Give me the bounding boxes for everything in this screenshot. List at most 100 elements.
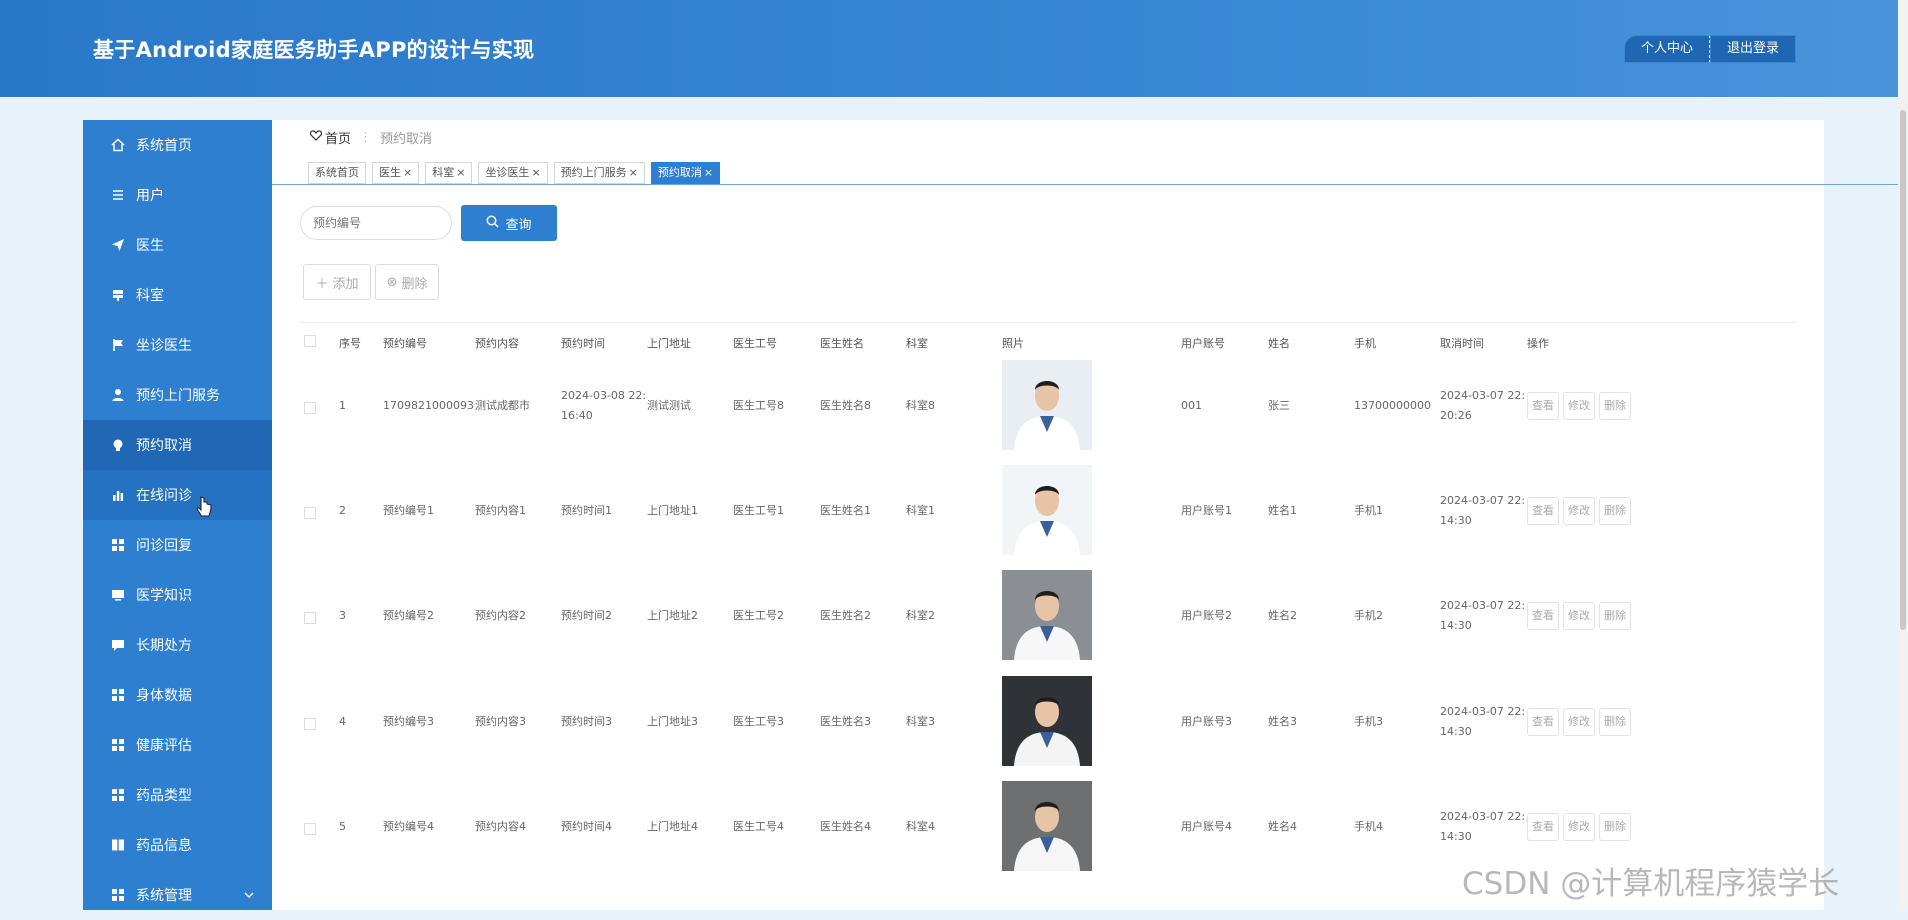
- cell-booking-time: 预约时间3: [561, 715, 612, 728]
- tab-label: 医生: [379, 166, 401, 179]
- column-header: 医生姓名: [820, 337, 864, 350]
- sidebar-item-label: 药品类型: [136, 788, 192, 804]
- close-icon[interactable]: ×: [531, 166, 540, 179]
- sidebar-item-department[interactable]: 科室: [83, 270, 272, 320]
- view-button[interactable]: 查看: [1527, 708, 1559, 736]
- sidebar-item-long-prescription[interactable]: 长期处方: [83, 620, 272, 670]
- column-header: 上门地址: [647, 337, 691, 350]
- row-delete-button[interactable]: 删除: [1599, 497, 1631, 525]
- cell-cancel-time: 2024-03-07 22:: [1440, 494, 1526, 507]
- edit-button[interactable]: 修改: [1563, 497, 1595, 525]
- chevron-down-icon[interactable]: [244, 889, 254, 902]
- add-button[interactable]: ＋ 添加: [303, 264, 371, 300]
- sidebar-item-cancel-booking[interactable]: 预约取消: [83, 420, 272, 470]
- mouse-cursor-icon: [196, 496, 212, 523]
- row-delete-button[interactable]: 删除: [1599, 813, 1631, 841]
- cell-name: 姓名2: [1268, 609, 1297, 622]
- sidebar-item-body-data[interactable]: 身体数据: [83, 670, 272, 720]
- breadcrumb-home[interactable]: 首页: [325, 128, 351, 147]
- row-checkbox[interactable]: [304, 823, 316, 835]
- row-actions: 查看 修改 删除: [1527, 392, 1631, 420]
- cell-account: 用户账号1: [1181, 504, 1232, 517]
- view-button[interactable]: 查看: [1527, 602, 1559, 630]
- sidebar-item-home-service[interactable]: 预约上门服务: [83, 370, 272, 420]
- sidebar-item-users[interactable]: 用户: [83, 170, 272, 220]
- grid-icon: [111, 788, 125, 802]
- cell-booking-no: 预约编号4: [383, 820, 434, 833]
- tab-home-service[interactable]: 预约上门服务 ×: [553, 162, 645, 184]
- table-row: 3 预约编号2 预约内容2 上门地址2 医生工号2 医生姓名2 科室2 用户账号2 姓名2 手机2…: [300, 570, 1796, 676]
- cell-cancel-time-2: 14:30: [1440, 830, 1472, 843]
- close-icon[interactable]: ×: [456, 166, 465, 179]
- sidebar-item-online-consult[interactable]: 在线问诊: [83, 470, 272, 520]
- sidebar-item-drug-type[interactable]: 药品类型: [83, 770, 272, 820]
- cell-cancel-time: 2024-03-07 22:: [1440, 599, 1526, 612]
- column-header: 用户账号: [1181, 337, 1225, 350]
- sidebar-item-label: 系统管理: [136, 888, 192, 904]
- row-checkbox[interactable]: [304, 507, 316, 519]
- doctor-photo: [1002, 465, 1092, 555]
- edit-button[interactable]: 修改: [1563, 602, 1595, 630]
- sidebar-item-label: 在线问诊: [136, 488, 192, 504]
- doctor-photo: [1002, 781, 1092, 871]
- tab-department[interactable]: 科室 ×: [425, 162, 473, 184]
- cell-doctor-no: 医生工号8: [733, 399, 784, 412]
- table-header: 序号 预约编号 预约内容 预约时间 上门地址 医生工号 医生姓名 科室 照片 用…: [300, 322, 1796, 359]
- cell-address: 上门地址2: [647, 609, 698, 622]
- sidebar-item-drug-info[interactable]: 药品信息: [83, 820, 272, 870]
- close-icon[interactable]: ×: [403, 166, 412, 179]
- row-checkbox[interactable]: [304, 402, 316, 414]
- cell-address: 上门地址3: [647, 715, 698, 728]
- logout-button[interactable]: 退出登录: [1710, 35, 1797, 63]
- cell-department: 科室2: [906, 609, 935, 622]
- column-header: 姓名: [1268, 337, 1290, 350]
- tab-system-home[interactable]: 系统首页: [308, 162, 366, 184]
- sidebar-item-consult-reply[interactable]: 问诊回复: [83, 520, 272, 570]
- sidebar-item-onduty-doctor[interactable]: 坐诊医生: [83, 320, 272, 370]
- sidebar-item-home[interactable]: 系统首页: [83, 120, 272, 170]
- cell-phone: 手机3: [1354, 715, 1383, 728]
- row-delete-button[interactable]: 删除: [1599, 392, 1631, 420]
- row-checkbox[interactable]: [304, 718, 316, 730]
- close-icon[interactable]: ×: [629, 166, 638, 179]
- sidebar-item-medical-knowledge[interactable]: 医学知识: [83, 570, 272, 620]
- cell-cancel-time-2: 14:30: [1440, 725, 1472, 738]
- scrollbar-thumb[interactable]: [1900, 110, 1906, 630]
- column-header: 取消时间: [1440, 337, 1484, 350]
- circle-x-icon: ⊗: [386, 274, 398, 290]
- edit-button[interactable]: 修改: [1563, 813, 1595, 841]
- view-button[interactable]: 查看: [1527, 813, 1559, 841]
- breadcrumb-current: 预约取消: [380, 132, 433, 147]
- row-delete-button[interactable]: 删除: [1599, 602, 1631, 630]
- sidebar-item-system-admin[interactable]: 系统管理: [83, 870, 272, 920]
- profile-button[interactable]: 个人中心: [1624, 35, 1711, 63]
- tab-doctor[interactable]: 医生 ×: [372, 162, 420, 184]
- app-title: 基于Android家庭医务助手APP的设计与实现: [93, 38, 535, 62]
- edit-button[interactable]: 修改: [1563, 392, 1595, 420]
- cell-doctor-no: 医生工号1: [733, 504, 784, 517]
- cell-cancel-time-2: 14:30: [1440, 619, 1472, 632]
- select-all-checkbox[interactable]: [304, 335, 316, 347]
- query-button[interactable]: 查询: [461, 205, 557, 241]
- delete-button[interactable]: ⊗ 删除: [375, 264, 439, 300]
- booking-no-search-input[interactable]: [300, 206, 452, 240]
- sidebar-item-doctor[interactable]: 医生: [83, 220, 272, 270]
- row-delete-button[interactable]: 删除: [1599, 708, 1631, 736]
- edit-button[interactable]: 修改: [1563, 708, 1595, 736]
- header-actions: 个人中心 退出登录: [1624, 35, 1797, 63]
- sidebar-item-label: 预约取消: [136, 438, 192, 454]
- tab-label: 预约上门服务: [560, 166, 627, 179]
- cell-name: 张三: [1268, 399, 1290, 412]
- sidebar-item-label: 药品信息: [136, 838, 192, 854]
- sidebar-item-health-eval[interactable]: 健康评估: [83, 720, 272, 770]
- row-checkbox[interactable]: [304, 612, 316, 624]
- doctor-photo: [1002, 570, 1092, 660]
- tab-bar: 系统首页 医生 × 科室 × 坐诊医生 × 预约上门服务 × 预约取消 ×: [308, 162, 721, 184]
- view-button[interactable]: 查看: [1527, 392, 1559, 420]
- tab-onduty-doctor[interactable]: 坐诊医生 ×: [478, 162, 548, 184]
- cell-cancel-time-2: 14:30: [1440, 514, 1472, 527]
- tab-cancel-booking[interactable]: 预约取消 ×: [650, 162, 721, 184]
- cell-content: 预约内容4: [475, 820, 526, 833]
- close-icon[interactable]: ×: [704, 166, 713, 179]
- view-button[interactable]: 查看: [1527, 497, 1559, 525]
